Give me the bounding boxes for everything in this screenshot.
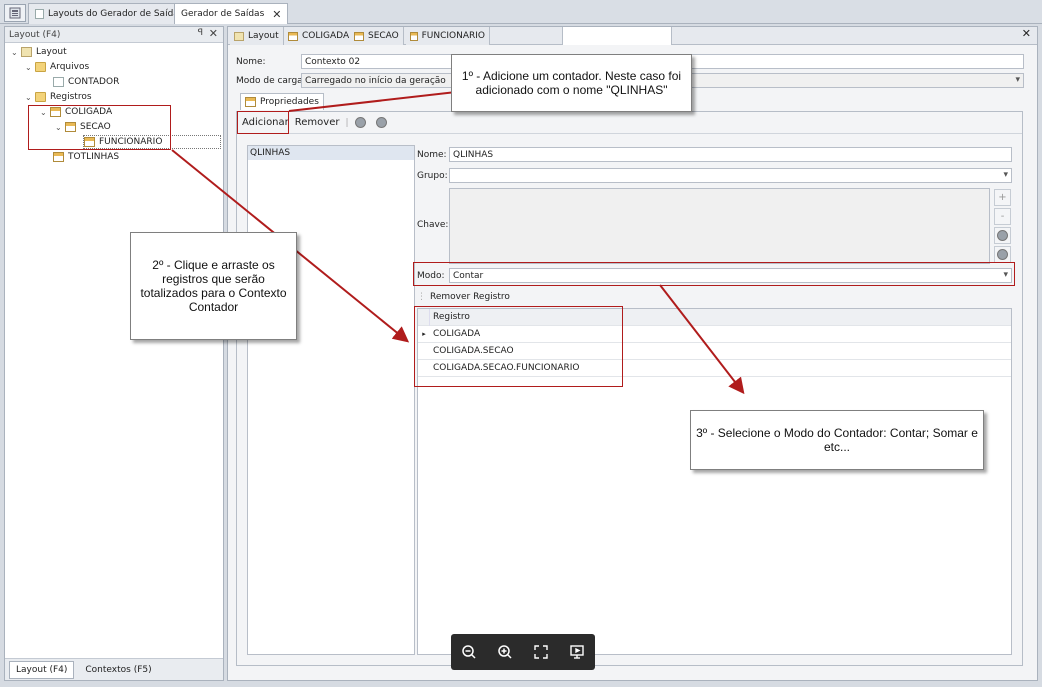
arrow-3 bbox=[659, 284, 745, 395]
zoom-in-icon[interactable] bbox=[495, 642, 515, 662]
callout-step-1: 1º - Adicione um contador. Neste caso fo… bbox=[451, 54, 692, 112]
zoom-out-icon[interactable] bbox=[459, 642, 479, 662]
callout-step-3: 3º - Selecione o Modo do Contador: Conta… bbox=[690, 410, 984, 470]
fullscreen-icon[interactable] bbox=[531, 642, 551, 662]
callout-step-2: 2º - Clique e arraste os registros que s… bbox=[130, 232, 297, 340]
arrow-1 bbox=[288, 84, 469, 112]
image-viewer-toolbar bbox=[451, 634, 595, 670]
presentation-icon[interactable] bbox=[567, 642, 587, 662]
